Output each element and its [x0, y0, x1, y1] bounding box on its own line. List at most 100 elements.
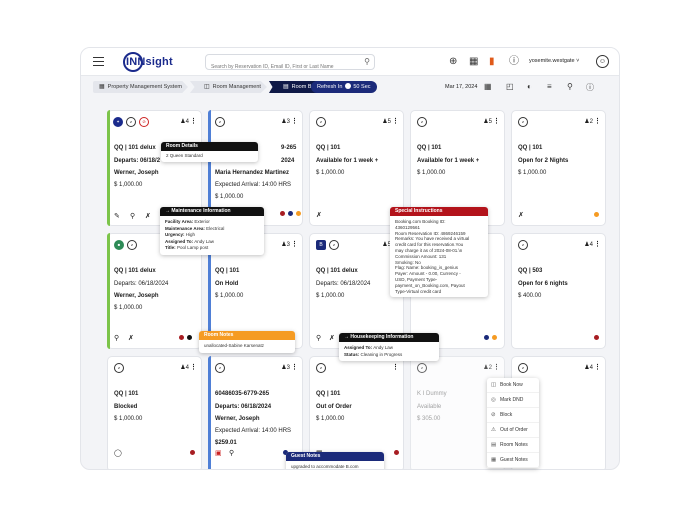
notes-icon[interactable]: ✎	[114, 212, 120, 220]
menu-item-out-of-order[interactable]: ⚠ Out of Order	[487, 423, 539, 438]
add-icon[interactable]: ⊕	[449, 56, 457, 68]
housekeeping-popup: → Housekeeping Information Assigned To: …	[339, 333, 439, 361]
menu-item-mark-dnd[interactable]: ◎ Mark DND	[487, 393, 539, 408]
search-input[interactable]	[206, 60, 356, 74]
dnd-icon: z	[127, 240, 137, 250]
logo-text: INNsight	[126, 56, 173, 68]
cleaning-icon[interactable]: ⚲	[130, 212, 135, 220]
room-notes-popup: Room Notes unallocated-Sabine Karsenatz	[199, 331, 295, 353]
more-icon[interactable]: ⋮	[190, 363, 197, 371]
row-key: Facility Area:	[165, 219, 194, 224]
menu-item-label: Book Now	[500, 382, 523, 388]
row-value: Pool Lamp post	[176, 245, 209, 250]
maintenance-icon[interactable]: ✗	[316, 211, 322, 219]
menu-item-label: Out of Order	[500, 427, 528, 433]
filter-icon[interactable]: ≡	[547, 82, 552, 91]
bed-icon: ◫	[491, 382, 497, 388]
user-name-text: yosemite.westgate	[529, 58, 575, 64]
maintenance-icon[interactable]: ✗	[145, 212, 151, 220]
guest-count: ♟4	[180, 365, 189, 371]
more-icon[interactable]: ⋮	[493, 363, 500, 371]
more-icon[interactable]: ⋮	[594, 117, 601, 125]
search-box[interactable]: ⚲	[205, 54, 375, 74]
search-icon[interactable]: ⚲	[567, 82, 573, 91]
avatar-icon[interactable]: ☺	[596, 55, 609, 68]
row-value: Exterior	[194, 219, 210, 224]
more-icon[interactable]: ⋮	[392, 363, 399, 371]
menu-icon[interactable]	[93, 57, 104, 66]
globe-icon[interactable]: ◯	[114, 449, 122, 457]
breadcrumb-room-management[interactable]: ◫ Room Management	[189, 81, 267, 93]
user-name[interactable]: yosemite.westgate ˅	[529, 58, 579, 64]
maintenance-icon[interactable]: ✗	[329, 334, 335, 342]
row-value: Andy Law	[194, 238, 214, 244]
row-key: Maintenance Area:	[165, 225, 205, 231]
date-display[interactable]: Mar 17, 2024	[445, 84, 477, 90]
guest-count-value: 5	[387, 119, 391, 125]
more-icon[interactable]: ⋮	[291, 363, 298, 371]
popup-header: → Maintenance Information	[160, 207, 264, 216]
reservation-id: 60486035-6779-265	[215, 391, 270, 397]
notification-icon[interactable]: ▮	[489, 56, 495, 68]
more-icon[interactable]: ⋮	[594, 240, 601, 248]
guest-count-value: 3	[286, 119, 290, 125]
refresh-label: Refresh In	[317, 84, 343, 90]
breadcrumb-pms[interactable]: ▦ Property Management System	[93, 81, 188, 93]
guest-count: ♟4	[180, 119, 189, 125]
more-icon[interactable]: ⋮	[493, 117, 500, 125]
row-value: High	[185, 232, 196, 237]
more-icon[interactable]: ⋮	[291, 117, 298, 125]
guest-count-value: 5	[488, 119, 492, 125]
help-icon[interactable]: ⓘ	[586, 82, 594, 93]
help-icon[interactable]: ⓘ	[509, 56, 519, 68]
popup-header: Room Details	[161, 142, 258, 151]
room-card[interactable]: z ♟2 ⋮ QQ | 101 Open for 2 Nights $ 1,00…	[511, 110, 606, 226]
availability: Available for 1 week +	[316, 158, 379, 164]
more-icon[interactable]: ⋮	[594, 363, 601, 371]
row-value: Cleaning in Progress	[360, 351, 403, 357]
dashboard-icon[interactable]: ◐	[527, 82, 532, 91]
luggage-icon[interactable]: ▣	[215, 449, 222, 457]
cleaning-icon[interactable]: ⚲	[316, 334, 321, 342]
status-icon: ✦	[113, 117, 123, 127]
room-card[interactable]: z ♟4 ⋮ QQ | 503 Open for 6 nights $ 400.…	[511, 233, 606, 349]
room-number: QQ | 101 delux	[114, 145, 156, 151]
guest-count: ♟2	[483, 365, 492, 371]
guest-name: Werner, Joseph	[114, 293, 159, 299]
more-icon[interactable]: ⋮	[291, 240, 298, 248]
room-card[interactable]: z ♟4 ⋮ QQ | 101 Blocked $ 1,000.00 ◯	[107, 356, 202, 469]
more-icon[interactable]: ⋮	[392, 117, 399, 125]
popup-body: Assigned To: Andy Law Status: Cleaning i…	[339, 342, 439, 361]
rate: $ 1,000.00	[316, 170, 345, 176]
menu-item-book-now[interactable]: ◫ Book Now	[487, 378, 539, 393]
logo[interactable]: INNsight	[123, 52, 173, 72]
menu-item-room-notes[interactable]: ▤ Room Notes	[487, 438, 539, 453]
search-icon[interactable]: ⚲	[364, 57, 370, 66]
dnd-icon: z	[215, 117, 225, 127]
popup-title: Housekeeping Information	[350, 334, 414, 340]
availability: Available	[417, 404, 442, 410]
cleaning-icon[interactable]: ⚲	[229, 449, 234, 457]
room-number: QQ | 101	[316, 391, 341, 397]
rate: $ 1,000.00	[316, 293, 345, 299]
popup-line: Type-Virtual credit card	[395, 288, 442, 294]
calendar-picker-icon[interactable]: ▦	[484, 82, 492, 91]
status-bar	[107, 110, 110, 226]
calendar-icon[interactable]: ▦	[469, 56, 478, 68]
menu-item-guest-notes[interactable]: ▦ Guest Notes	[487, 453, 539, 468]
status-dot	[296, 211, 301, 216]
maintenance-icon[interactable]: ✗	[518, 211, 524, 219]
room-details-popup: Room Details 2 Queen Standard	[161, 142, 258, 162]
rate: $ 1,000.00	[215, 293, 244, 299]
refresh-button[interactable]: Refresh In 50 Sec	[311, 81, 377, 93]
cleaning-icon[interactable]: ⚲	[114, 334, 119, 342]
maintenance-icon[interactable]: ✗	[128, 334, 134, 342]
occupied-icon: ■	[114, 240, 124, 250]
rate: $ 1,000.00	[114, 305, 143, 311]
status-dot	[179, 335, 184, 340]
dnd-icon: z	[518, 117, 528, 127]
menu-item-block[interactable]: ⊘ Block	[487, 408, 539, 423]
chart-icon[interactable]: ◰	[506, 82, 514, 91]
more-icon[interactable]: ⋮	[190, 117, 197, 125]
status-dot	[594, 335, 599, 340]
